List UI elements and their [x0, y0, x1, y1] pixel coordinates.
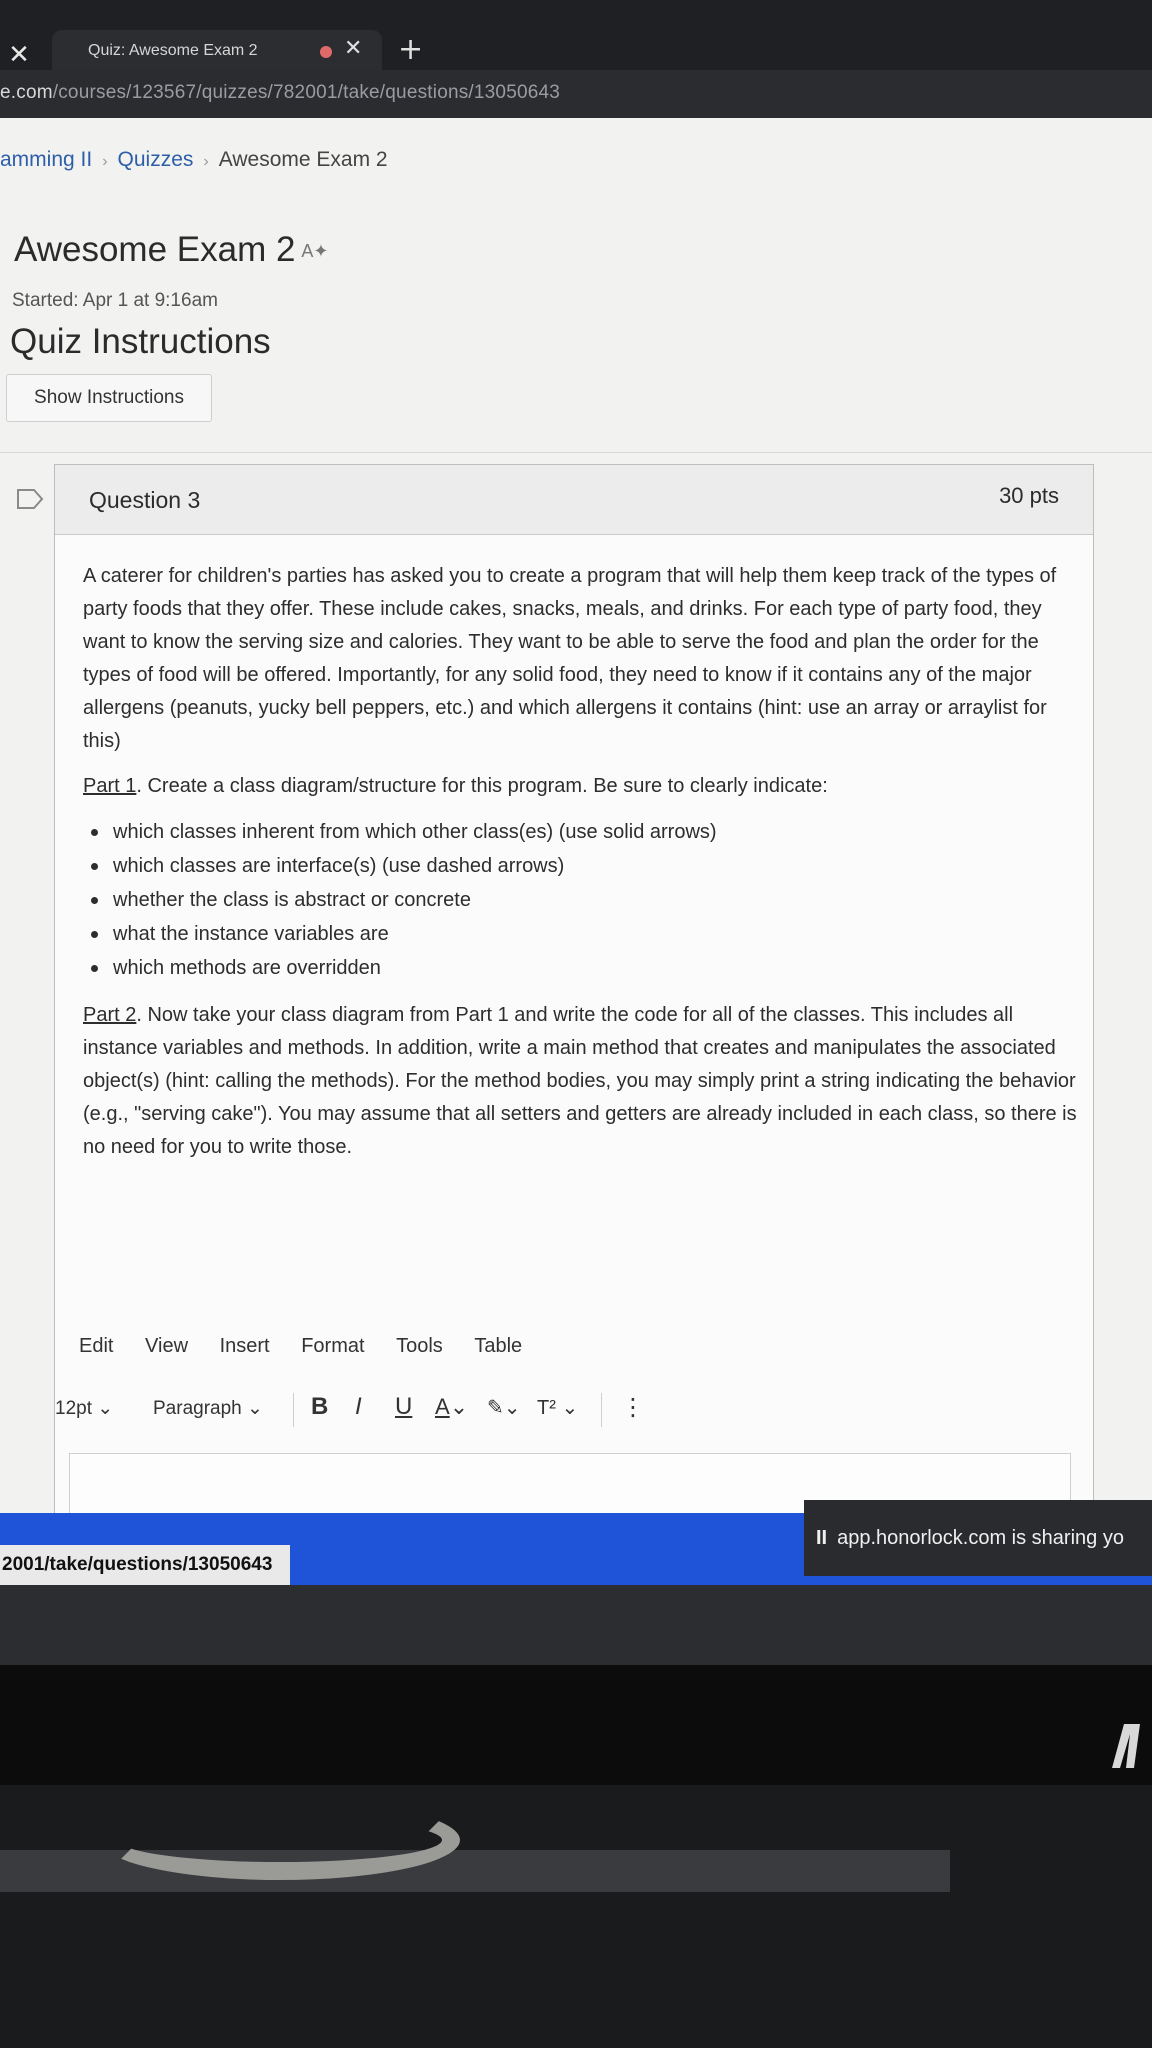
menu-view[interactable]: View [145, 1335, 188, 1357]
part1-bullets: which classes inherent from which other … [83, 815, 1083, 985]
tab-title: Quiz: Awesome Exam 2 [88, 42, 258, 59]
pause-icon[interactable]: II [816, 1527, 827, 1549]
toolbar-divider [293, 1393, 294, 1427]
chevron-down-icon: ⌄ [247, 1398, 263, 1419]
chevron-down-icon: ⌄ [561, 1397, 579, 1419]
part2-paragraph: Part 2. Now take your class diagram from… [83, 999, 1083, 1164]
url-text[interactable]: e.com/courses/123567/quizzes/782001/take… [0, 82, 560, 104]
superscript-button[interactable]: T² ⌄ [537, 1395, 578, 1420]
menu-table[interactable]: Table [474, 1335, 522, 1357]
browser-tab-bar: ✕ Quiz: Awesome Exam 2 ✕ + [0, 0, 1152, 72]
question-card: Question 3 30 pts A caterer for children… [54, 464, 1094, 1545]
list-item: which classes are interface(s) (use dash… [83, 849, 1083, 883]
underline-button[interactable]: U [395, 1393, 412, 1421]
menu-tools[interactable]: Tools [396, 1335, 443, 1357]
url-path: /courses/123567/quizzes/782001/take/ques… [52, 82, 561, 103]
new-tab-icon[interactable]: + [398, 32, 423, 67]
exam-title-text: Awesome Exam 2 [14, 230, 296, 269]
address-bar[interactable]: e.com/courses/123567/quizzes/782001/take… [0, 70, 1152, 118]
breadcrumb-exam: Awesome Exam 2 [218, 148, 388, 171]
monitor-logo-icon [1112, 1724, 1140, 1768]
highlight-icon: ✎ [487, 1397, 504, 1419]
chevron-right-icon: › [203, 153, 209, 170]
editor-toolbar: 12pt ⌄ Paragraph ⌄ B I U A⌄ ✎⌄ T² ⌄ ⋮ [55, 1389, 1093, 1435]
part1-label: Part 1 [83, 775, 137, 797]
block-format-value: Paragraph [153, 1398, 242, 1419]
flag-question-icon[interactable] [16, 488, 44, 510]
list-item: which classes inherent from which other … [83, 815, 1083, 849]
part2-label: Part 2 [83, 1004, 137, 1026]
text-color-icon: A [435, 1394, 450, 1419]
recording-indicator-icon [320, 46, 332, 58]
block-format-select[interactable]: Paragraph ⌄ [153, 1397, 263, 1420]
page-title: Awesome Exam 2 A✦ [14, 230, 329, 270]
part2-text: . Now take your class diagram from Part … [83, 1004, 1077, 1158]
chevron-down-icon: ⌄ [449, 1394, 469, 1419]
list-item: whether the class is abstract or concret… [83, 883, 1083, 917]
question-title: Question 3 [89, 487, 201, 513]
started-timestamp: Started: Apr 1 at 9:16am [12, 290, 218, 311]
breadcrumb: amming II › Quizzes › Awesome Exam 2 [0, 148, 388, 172]
question-text: A caterer for children's parties has ask… [83, 560, 1083, 1176]
chevron-right-icon: › [102, 153, 108, 170]
browser-tab[interactable]: Quiz: Awesome Exam 2 ✕ [52, 30, 382, 72]
divider [0, 452, 1152, 453]
monitor-bezel [0, 1585, 1152, 1675]
quiz-page: amming II › Quizzes › Awesome Exam 2 Awesome… [0, 118, 1152, 1545]
monitor-base [0, 1665, 1152, 1785]
menu-insert[interactable]: Insert [220, 1335, 270, 1357]
toolbar-divider [601, 1393, 602, 1427]
question-header: Question 3 30 pts [55, 465, 1093, 535]
share-notice-text: app.honorlock.com is sharing yo [837, 1527, 1124, 1549]
italic-button[interactable]: I [355, 1393, 362, 1421]
part1-text: . Create a class diagram/structure for t… [136, 775, 828, 797]
font-size-value: 12pt [55, 1398, 92, 1419]
question-points: 30 pts [999, 483, 1059, 508]
menu-format[interactable]: Format [301, 1335, 364, 1357]
more-options-icon[interactable]: ⋮ [621, 1393, 645, 1422]
menu-edit[interactable]: Edit [79, 1335, 113, 1357]
part1-paragraph: Part 1. Create a class diagram/structure… [83, 770, 1083, 803]
show-instructions-button[interactable]: Show Instructions [6, 374, 212, 422]
highlight-button[interactable]: ✎⌄ [487, 1395, 521, 1420]
immersive-reader-icon[interactable]: A✦ [301, 241, 328, 261]
cable [100, 1800, 460, 1880]
font-size-select[interactable]: 12pt ⌄ [55, 1397, 113, 1420]
chevron-down-icon: ⌄ [503, 1397, 521, 1419]
list-item: which methods are overridden [83, 951, 1083, 985]
list-item: what the instance variables are [83, 917, 1083, 951]
status-link-preview: 2001/take/questions/13050643 [0, 1545, 290, 1585]
superscript-icon: T² [537, 1397, 556, 1419]
text-color-button[interactable]: A⌄ [435, 1394, 468, 1420]
breadcrumb-quizzes[interactable]: Quizzes [118, 148, 194, 171]
url-host: e.com [0, 82, 53, 103]
breadcrumb-course[interactable]: amming II [0, 148, 92, 171]
chevron-down-icon: ⌄ [97, 1398, 114, 1419]
tab-close-icon[interactable]: ✕ [344, 36, 362, 61]
close-icon[interactable]: ✕ [4, 40, 34, 70]
question-intro: A caterer for children's parties has ask… [83, 565, 1057, 752]
bold-button[interactable]: B [311, 1393, 328, 1421]
instructions-heading: Quiz Instructions [10, 322, 271, 361]
screen-share-notice: II app.honorlock.com is sharing yo [804, 1500, 1152, 1576]
editor-menubar: Edit View Insert Format Tools Table [55, 1335, 1093, 1375]
